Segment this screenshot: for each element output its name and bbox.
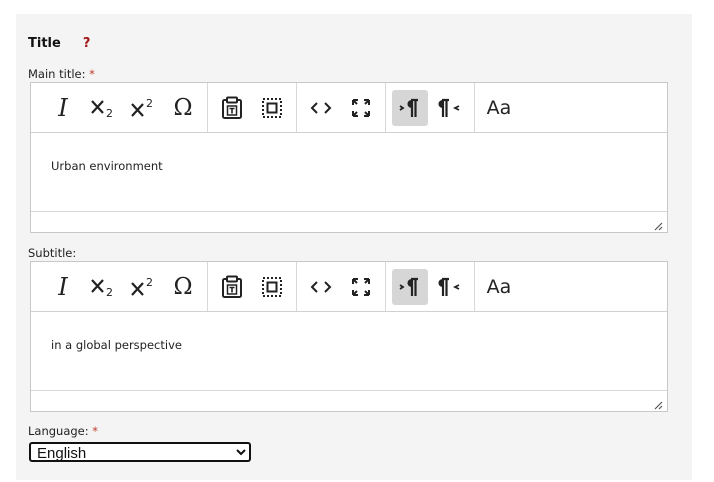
subtitle-editor[interactable]: I 2 2 Ω Aa in a global perspective bbox=[30, 261, 668, 412]
select-all-button[interactable] bbox=[254, 90, 290, 126]
subscript-icon: 2 bbox=[91, 99, 113, 120]
superscript-icon: 2 bbox=[131, 97, 153, 117]
section-heading: Title? bbox=[28, 36, 90, 51]
source-code-button[interactable] bbox=[303, 90, 339, 126]
left-to-right-button[interactable] bbox=[392, 268, 428, 305]
subscript-button[interactable]: 2 bbox=[85, 90, 121, 126]
right-to-left-icon bbox=[438, 98, 460, 117]
source-code-icon bbox=[310, 280, 332, 293]
format-group: I 2 2 Ω bbox=[31, 262, 208, 311]
paste-text-icon bbox=[222, 275, 242, 298]
editor-statusbar bbox=[31, 212, 667, 234]
main-title-editor[interactable]: I 2 2 Ω Aa Urban environment bbox=[30, 82, 668, 233]
special-character-button[interactable]: Ω bbox=[165, 90, 201, 126]
clipboard-group bbox=[208, 83, 297, 132]
paste-text-button[interactable] bbox=[214, 90, 250, 126]
select-all-button[interactable] bbox=[254, 269, 290, 305]
left-to-right-button[interactable] bbox=[392, 89, 428, 126]
subtitle-input[interactable]: in a global perspective bbox=[31, 312, 667, 391]
italic-button[interactable]: I bbox=[45, 269, 81, 305]
main-title-input[interactable]: Urban environment bbox=[31, 133, 667, 212]
subscript-button[interactable]: 2 bbox=[85, 269, 121, 305]
direction-group bbox=[386, 83, 475, 132]
right-to-left-icon bbox=[438, 277, 460, 296]
italic-button[interactable]: I bbox=[45, 90, 81, 126]
direction-group bbox=[386, 262, 475, 311]
select-all-icon bbox=[262, 276, 282, 297]
editor-statusbar bbox=[31, 391, 667, 413]
special-character-icon: Ω bbox=[173, 94, 193, 121]
left-to-right-icon bbox=[399, 98, 418, 117]
section-title: Title bbox=[28, 36, 61, 51]
right-to-left-button[interactable] bbox=[432, 90, 468, 126]
left-to-right-icon bbox=[399, 277, 418, 296]
editor-toolbar: I 2 2 Ω Aa bbox=[31, 262, 667, 312]
source-code-button[interactable] bbox=[303, 269, 339, 305]
svg-text:2: 2 bbox=[106, 286, 113, 299]
required-marker: * bbox=[92, 424, 99, 438]
svg-text:2: 2 bbox=[146, 97, 153, 110]
superscript-button[interactable]: 2 bbox=[125, 90, 161, 126]
help-link[interactable]: ? bbox=[83, 36, 91, 51]
special-character-button[interactable]: Ω bbox=[165, 269, 201, 305]
right-to-left-button[interactable] bbox=[432, 269, 468, 305]
editor-toolbar: I 2 2 Ω Aa bbox=[31, 83, 667, 133]
main-title-label: Main title: * bbox=[28, 67, 95, 81]
select-all-icon bbox=[262, 97, 282, 118]
case-group: Aa bbox=[475, 83, 523, 132]
view-group bbox=[297, 83, 386, 132]
superscript-button[interactable]: 2 bbox=[125, 269, 161, 305]
change-case-icon: Aa bbox=[486, 275, 512, 298]
fullscreen-button[interactable] bbox=[343, 269, 379, 305]
fullscreen-icon bbox=[352, 277, 370, 296]
language-select[interactable]: English bbox=[29, 442, 251, 462]
svg-text:2: 2 bbox=[146, 276, 153, 289]
resize-handle-icon[interactable] bbox=[653, 400, 663, 410]
resize-handle-icon[interactable] bbox=[653, 221, 663, 231]
superscript-icon: 2 bbox=[131, 276, 153, 296]
subtitle-label: Subtitle: bbox=[28, 246, 77, 260]
source-code-icon bbox=[310, 101, 332, 114]
required-marker: * bbox=[89, 67, 95, 81]
view-group bbox=[297, 262, 386, 311]
case-group: Aa bbox=[475, 262, 523, 311]
change-case-button[interactable]: Aa bbox=[481, 90, 517, 126]
change-case-icon: Aa bbox=[486, 96, 512, 119]
special-character-icon: Ω bbox=[173, 273, 193, 300]
main-title-text: Urban environment bbox=[51, 159, 163, 173]
paste-text-button[interactable] bbox=[214, 269, 250, 305]
svg-text:2: 2 bbox=[106, 107, 113, 120]
clipboard-group bbox=[208, 262, 297, 311]
fullscreen-icon bbox=[352, 98, 370, 117]
change-case-button[interactable]: Aa bbox=[481, 269, 517, 305]
format-group: I 2 2 Ω bbox=[31, 83, 208, 132]
language-label: Language: * bbox=[28, 424, 99, 438]
fullscreen-button[interactable] bbox=[343, 90, 379, 126]
title-form-panel: Title? Main title: * I 2 2 Ω Aa Urban en… bbox=[16, 14, 692, 480]
subscript-icon: 2 bbox=[91, 278, 113, 299]
paste-text-icon bbox=[222, 96, 242, 119]
italic-icon: I bbox=[58, 93, 68, 122]
italic-icon: I bbox=[58, 272, 68, 301]
subtitle-text: in a global perspective bbox=[51, 338, 182, 352]
